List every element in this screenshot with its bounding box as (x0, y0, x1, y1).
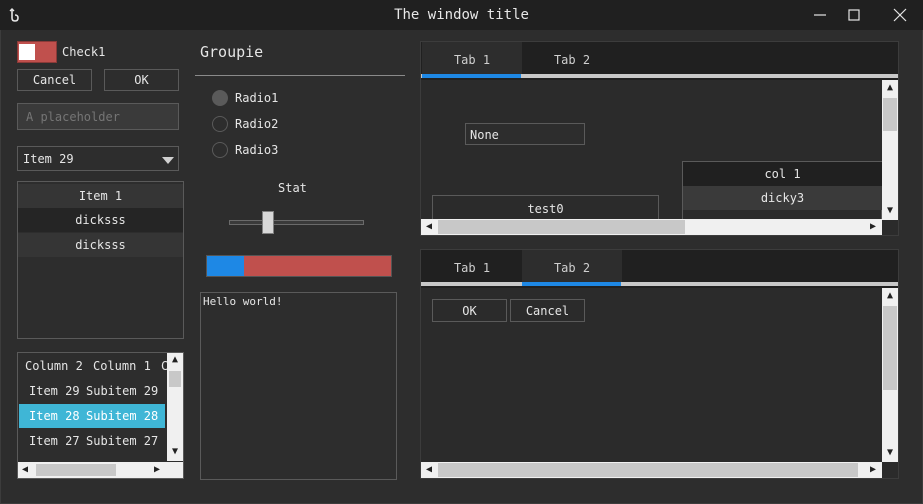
scroll-up-icon[interactable]: ▲ (882, 289, 898, 303)
group-divider (195, 75, 405, 76)
item-list: Item 1 dicksss dicksss (17, 181, 184, 339)
table-cell: Subitem 28 (86, 409, 159, 423)
toggle-knob (19, 44, 35, 60)
scrollbar-thumb[interactable] (438, 220, 685, 234)
tab-indicator (422, 74, 521, 78)
top-horizontal-scrollbar[interactable]: ◀ ▶ (421, 219, 882, 235)
test0-button[interactable]: test0 (432, 195, 659, 219)
bottom-vertical-scrollbar[interactable]: ▲ ▼ (882, 288, 898, 462)
column-header[interactable]: col 1 (683, 162, 882, 186)
maximize-icon[interactable] (835, 0, 875, 30)
check1-label: Check1 (62, 45, 106, 59)
table-vertical-scrollbar[interactable]: ▲ ▼ (167, 353, 183, 461)
top-tab-widget: Tab 1 Tab 2 None test0 col 1 dicky3 ▲ ▼ … (420, 41, 899, 236)
scroll-down-icon[interactable]: ▼ (882, 204, 898, 218)
tab-2[interactable]: Tab 2 (522, 42, 622, 78)
table-header: Column 2 Column 1 C (18, 353, 168, 379)
table-horizontal-scrollbar[interactable]: ◀ ▶ (18, 462, 183, 478)
radio2-label: Radio2 (235, 117, 279, 131)
table-cell: Subitem 29 (86, 384, 159, 398)
top-vertical-scrollbar[interactable]: ▲ ▼ (882, 80, 898, 220)
scroll-down-icon[interactable]: ▼ (882, 446, 898, 460)
chevron-down-icon (161, 154, 175, 164)
items-table: Column 2 Column 1 C Item 29 Subitem 29 I… (17, 352, 184, 479)
table-cell: Item 29 (29, 384, 80, 398)
scroll-left-icon[interactable]: ◀ (422, 220, 436, 234)
scroll-right-icon[interactable]: ▶ (150, 463, 164, 477)
radio3-button[interactable] (212, 142, 228, 158)
slider-thumb[interactable] (262, 211, 274, 234)
table-cell[interactable]: dicky3 (683, 186, 882, 210)
list-item[interactable]: dicksss (18, 233, 183, 257)
group-title: Groupie (200, 43, 264, 61)
text-area-content: Hello world! (203, 295, 283, 308)
list-item[interactable]: dicksss (18, 208, 183, 232)
radio1-label: Radio1 (235, 91, 279, 105)
app-icon (6, 6, 24, 24)
text-area[interactable]: Hello world! (200, 292, 397, 480)
check1-toggle[interactable] (17, 41, 57, 63)
scroll-right-icon[interactable]: ▶ (866, 463, 880, 477)
scroll-left-icon[interactable]: ◀ (422, 463, 436, 477)
combobox-value: Item 29 (23, 152, 74, 166)
col-table: col 1 dicky3 (682, 161, 882, 219)
tab-content: None test0 col 1 dicky3 (421, 79, 882, 219)
scrollbar-thumb[interactable] (36, 464, 116, 476)
tab-1[interactable]: Tab 1 (422, 42, 522, 78)
close-icon[interactable] (880, 0, 920, 30)
bottom-horizontal-scrollbar[interactable]: ◀ ▶ (421, 462, 882, 478)
item-combobox[interactable]: Item 29 (17, 146, 179, 171)
minimize-icon[interactable] (800, 0, 840, 30)
bottom-tab-widget: Tab 1 Tab 2 OK Cancel ▲ ▼ ◀ ▶ (420, 249, 899, 479)
table-cell: Item 27 (29, 434, 80, 448)
table-row[interactable]: Item 29 Subitem 29 (18, 379, 166, 403)
slider-label: Stat (278, 181, 307, 195)
tab-indicator-track (421, 282, 898, 286)
table-row[interactable]: Item 27 Subitem 27 (18, 429, 166, 453)
scrollbar-thumb[interactable] (169, 371, 181, 387)
radio1-button[interactable] (212, 90, 228, 106)
radio3-label: Radio3 (235, 143, 279, 157)
none-field-value: None (470, 128, 499, 142)
column-header[interactable]: Column 2 (25, 359, 83, 373)
scroll-right-icon[interactable]: ▶ (866, 220, 880, 234)
table-row-selected[interactable]: Item 28 Subitem 28 (19, 404, 165, 428)
ok-button[interactable]: OK (432, 299, 507, 322)
cancel-button[interactable]: Cancel (510, 299, 585, 322)
placeholder-input[interactable] (17, 103, 179, 130)
scroll-left-icon[interactable]: ◀ (18, 463, 32, 477)
table-cell: Subitem 27 (86, 434, 159, 448)
stat-slider[interactable] (229, 211, 364, 235)
progress-bar (206, 255, 392, 277)
tab-indicator (522, 282, 621, 286)
tab-2[interactable]: Tab 2 (522, 250, 622, 286)
scroll-up-icon[interactable]: ▲ (882, 81, 898, 95)
slider-track (229, 220, 364, 225)
list-item[interactable]: Item 1 (18, 184, 183, 208)
ok-button[interactable]: OK (104, 69, 179, 91)
tab-1[interactable]: Tab 1 (422, 250, 522, 286)
none-field[interactable]: None (465, 123, 585, 145)
scroll-down-icon[interactable]: ▼ (167, 445, 183, 459)
scrollbar-thumb[interactable] (438, 463, 858, 477)
radio2-button[interactable] (212, 116, 228, 132)
cancel-button[interactable]: Cancel (17, 69, 92, 91)
scrollbar-thumb[interactable] (883, 98, 897, 131)
column-header[interactable]: Column 1 (93, 359, 151, 373)
scroll-up-icon[interactable]: ▲ (167, 353, 183, 367)
table-cell: Item 28 (29, 409, 80, 423)
scrollbar-thumb[interactable] (883, 306, 897, 390)
progress-fill (207, 256, 244, 276)
window-title: The window title (394, 7, 529, 23)
